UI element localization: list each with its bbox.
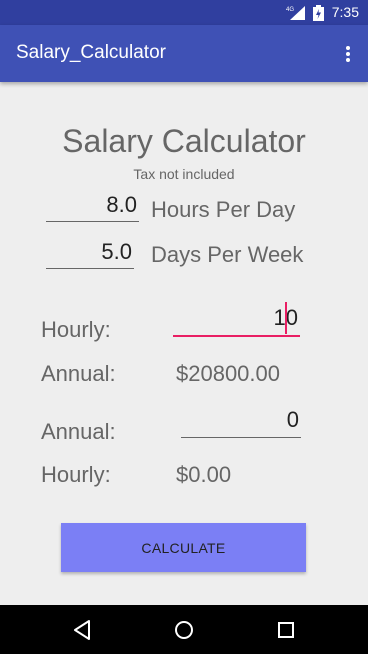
annual-result-value: $20800.00 (176, 361, 280, 386)
battery-icon (313, 5, 324, 21)
status-time: 7:35 (331, 4, 359, 20)
page-subheading: Tax not included (133, 166, 235, 182)
hourly-result-value: $0.00 (176, 462, 232, 487)
navigation-bar (0, 605, 368, 654)
annual-input[interactable]: 0 (181, 407, 301, 438)
text-caret (285, 302, 287, 334)
days-per-week-label: Days Per Week (151, 242, 304, 267)
annual-input-label: Annual: (41, 419, 116, 444)
back-icon[interactable] (70, 617, 96, 643)
overflow-menu-icon[interactable] (336, 39, 360, 69)
signal-icon: 4G (286, 6, 305, 20)
recents-icon[interactable] (273, 617, 299, 643)
hours-per-day-input[interactable]: 8.0 (46, 192, 139, 222)
app-bar: Salary_Calculator (0, 25, 368, 82)
status-bar: 4G 7:35 (0, 0, 368, 25)
days-per-week-input[interactable]: 5.0 (46, 239, 134, 269)
page-heading: Salary Calculator (62, 123, 306, 159)
hourly-result-label: Hourly: (41, 462, 111, 487)
hourly-input[interactable]: 10 (173, 305, 300, 337)
calculate-button[interactable]: CALCULATE (61, 523, 306, 572)
network-type: 4G (286, 7, 294, 13)
app-title: Salary_Calculator (16, 42, 166, 63)
hours-per-day-label: Hours Per Day (151, 197, 296, 222)
hourly-input-label: Hourly: (41, 317, 111, 342)
annual-result-label: Annual: (41, 361, 116, 386)
home-icon[interactable] (171, 617, 197, 643)
